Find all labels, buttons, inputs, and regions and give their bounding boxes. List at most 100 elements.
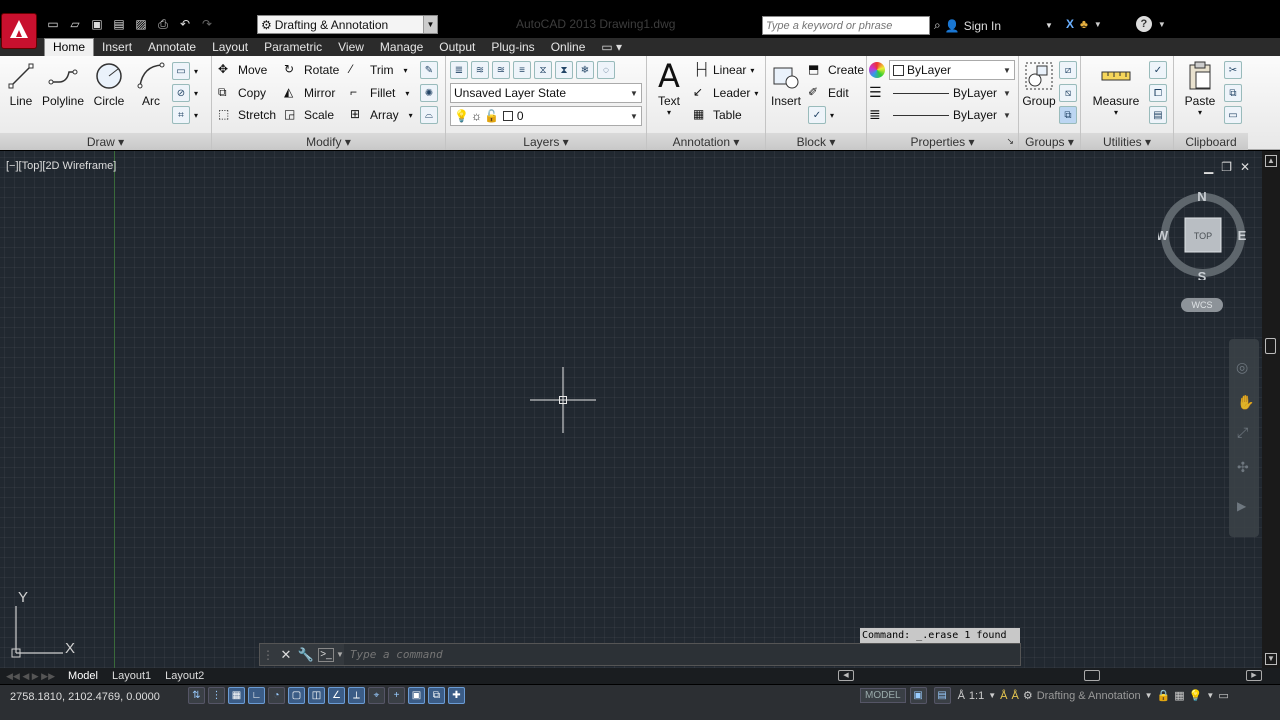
polar-tracking-icon[interactable]: ◔ — [268, 687, 285, 704]
layer-state-dropdown[interactable]: Unsaved Layer State ▼ — [450, 83, 642, 103]
layer-dropdown[interactable]: 💡 ☼ 🔓 0 ▼ — [450, 106, 642, 126]
snap-mode-icon[interactable]: ⋮ — [208, 687, 225, 704]
object-snap-icon[interactable]: ▢ — [288, 687, 305, 704]
rectangle-button[interactable]: ▭ ▾ — [172, 61, 198, 81]
chevron-down-icon[interactable]: ▼ — [1145, 691, 1153, 700]
insert-block-button[interactable]: Insert — [770, 60, 802, 108]
table-button[interactable]: ▦ Table — [693, 105, 742, 125]
wrench-icon[interactable]: 🔧 — [296, 645, 316, 665]
sign-in-button[interactable]: ⌕ 👤 Sign In ▼ — [934, 16, 1053, 35]
viewcube-top-face[interactable]: TOP — [1194, 231, 1212, 241]
copy-clip-button[interactable]: ⧉ — [1224, 83, 1242, 103]
close-icon[interactable]: ✕ — [1240, 160, 1250, 174]
linear-dimension-button[interactable]: ├┤ Linear ▾ — [693, 60, 754, 80]
layer-previous-icon[interactable]: ≡ — [513, 61, 531, 79]
ortho-mode-icon[interactable]: ∟ — [248, 687, 265, 704]
wcs-menu[interactable]: WCS — [1181, 298, 1223, 312]
annotation-visibility-icon[interactable]: Å — [1000, 690, 1007, 702]
layer-properties-icon[interactable]: ≣ — [450, 61, 468, 79]
community-icon[interactable]: ♣ — [1080, 17, 1088, 31]
array-button[interactable]: ⊞ Array ▾ — [350, 105, 413, 125]
block-attributes-button[interactable]: ✓ ▾ — [808, 105, 834, 125]
grip-icon[interactable]: ⋮ — [260, 648, 276, 662]
draw-panel-title[interactable]: Draw ▾ — [0, 133, 211, 150]
minimize-icon[interactable]: ▁ — [1204, 160, 1213, 174]
coordinates-readout[interactable]: 2758.1810, 2102.4769, 0.0000 — [0, 687, 188, 703]
command-input[interactable] — [343, 644, 1020, 665]
block-panel-title[interactable]: Block ▾ — [766, 133, 866, 150]
rotate-button[interactable]: ↻ Rotate — [284, 60, 339, 80]
explode-button[interactable]: ✺ — [420, 83, 438, 103]
infer-constraints-icon[interactable]: ⇅ — [188, 687, 205, 704]
group-button[interactable]: Group — [1021, 60, 1057, 108]
select-all-button[interactable]: ⧠ — [1149, 83, 1167, 103]
line-button[interactable]: Line — [6, 60, 36, 108]
restore-icon[interactable]: ❐ — [1221, 160, 1232, 174]
plot-preview-icon[interactable]: ▨ — [132, 15, 150, 33]
viewport-controls[interactable]: [−][Top][2D Wireframe] — [6, 160, 116, 172]
zoom-icon[interactable]: ⤢ — [1237, 424, 1248, 441]
match-properties-button[interactable] — [869, 60, 885, 80]
viewcube-east[interactable]: E — [1238, 228, 1247, 243]
lineweight-dropdown[interactable]: ByLayer ▼ — [889, 83, 1015, 103]
mirror-button[interactable]: ◭ Mirror — [284, 83, 335, 103]
undo-icon[interactable]: ↶ — [176, 15, 194, 33]
draw-more-button[interactable]: ⌗ ▾ — [172, 105, 198, 125]
viewcube-north[interactable]: N — [1197, 190, 1206, 204]
search-input[interactable] — [762, 16, 930, 35]
groups-panel-title[interactable]: Groups ▾ — [1019, 133, 1080, 150]
leader-button[interactable]: ↙ Leader ▾ — [693, 83, 758, 103]
selection-cycling-icon[interactable]: ✚ — [448, 687, 465, 704]
group-selection-button[interactable]: ⧉ — [1059, 105, 1077, 125]
utilities-panel-title[interactable]: Utilities ▾ — [1081, 133, 1173, 150]
auto-scale-icon[interactable]: Å — [1011, 690, 1018, 702]
move-button[interactable]: ✥ Move — [218, 60, 267, 80]
help-icon[interactable]: ? — [1135, 16, 1152, 32]
tab-insert[interactable]: Insert — [94, 39, 140, 56]
ungroup-button[interactable]: ⧄ — [1059, 60, 1077, 80]
layer-unisolate-icon[interactable]: ⧗ — [555, 61, 573, 79]
tab-layout2[interactable]: Layout2 — [158, 670, 211, 682]
tab-nav-arrows-icon[interactable]: ◀◀ ◀ ▶ ▶▶ — [0, 671, 61, 682]
annotation-scale-icon[interactable]: Å — [958, 690, 965, 702]
steering-wheel-icon[interactable]: ◎ — [1236, 359, 1248, 376]
layers-panel-title[interactable]: Layers ▾ — [446, 133, 646, 150]
layer-match-icon[interactable]: ≊ — [492, 61, 510, 79]
dialog-launcher-icon[interactable]: ↘ — [1006, 136, 1014, 147]
quick-view-layouts-icon[interactable]: ▣ — [909, 687, 927, 704]
model-space-toggle[interactable]: MODEL — [860, 688, 906, 703]
viewcube-south[interactable]: S — [1198, 269, 1207, 280]
transparency-icon[interactable]: ▣ — [408, 687, 425, 704]
application-menu-button[interactable] — [2, 14, 36, 48]
tab-plugins[interactable]: Plug-ins — [483, 39, 542, 56]
isolate-objects-icon[interactable]: 💡 — [1189, 689, 1203, 702]
tab-model[interactable]: Model — [61, 670, 105, 682]
offset-button[interactable]: ⌓ — [420, 105, 438, 125]
properties-panel-title[interactable]: Properties ▾ ↘ — [867, 133, 1018, 150]
quick-view-drawings-icon[interactable]: ▤ — [933, 687, 951, 704]
polyline-button[interactable]: Polyline — [40, 60, 86, 108]
copy-with-base-button[interactable]: ▭ — [1224, 105, 1242, 125]
arc-button[interactable]: Arc — [134, 60, 168, 108]
quick-select-button[interactable]: ✓ — [1149, 60, 1167, 80]
tab-view[interactable]: View — [330, 39, 372, 56]
vertical-scroll-thumb[interactable] — [1265, 338, 1276, 354]
binoculars-icon[interactable]: ⌕ — [934, 18, 941, 33]
layer-make-current-icon[interactable]: ≋ — [471, 61, 489, 79]
orbit-icon[interactable]: ✣ — [1237, 459, 1249, 476]
text-button[interactable]: A Text ▾ — [653, 60, 685, 117]
lineweight-toggle-icon[interactable]: + — [388, 687, 405, 704]
annotation-scale-value[interactable]: 1:1 — [969, 690, 984, 702]
viewcube-west[interactable]: W — [1158, 228, 1169, 243]
modify-panel-title[interactable]: Modify ▾ — [212, 133, 445, 150]
cut-button[interactable]: ✂ — [1224, 60, 1242, 80]
edit-block-button[interactable]: ✐ Edit — [808, 83, 849, 103]
quick-properties-icon[interactable]: ⧉ — [428, 687, 445, 704]
tab-parametric[interactable]: Parametric — [256, 39, 330, 56]
scroll-up-icon[interactable]: ▲ — [1265, 155, 1277, 167]
chevron-down-icon[interactable]: ▼ — [336, 650, 344, 659]
tab-output[interactable]: Output — [431, 39, 483, 56]
command-prompt-icon[interactable]: >_ — [318, 647, 334, 662]
erase-button[interactable]: ✎ — [420, 60, 438, 80]
create-block-button[interactable]: ⬒ Create — [808, 60, 864, 80]
